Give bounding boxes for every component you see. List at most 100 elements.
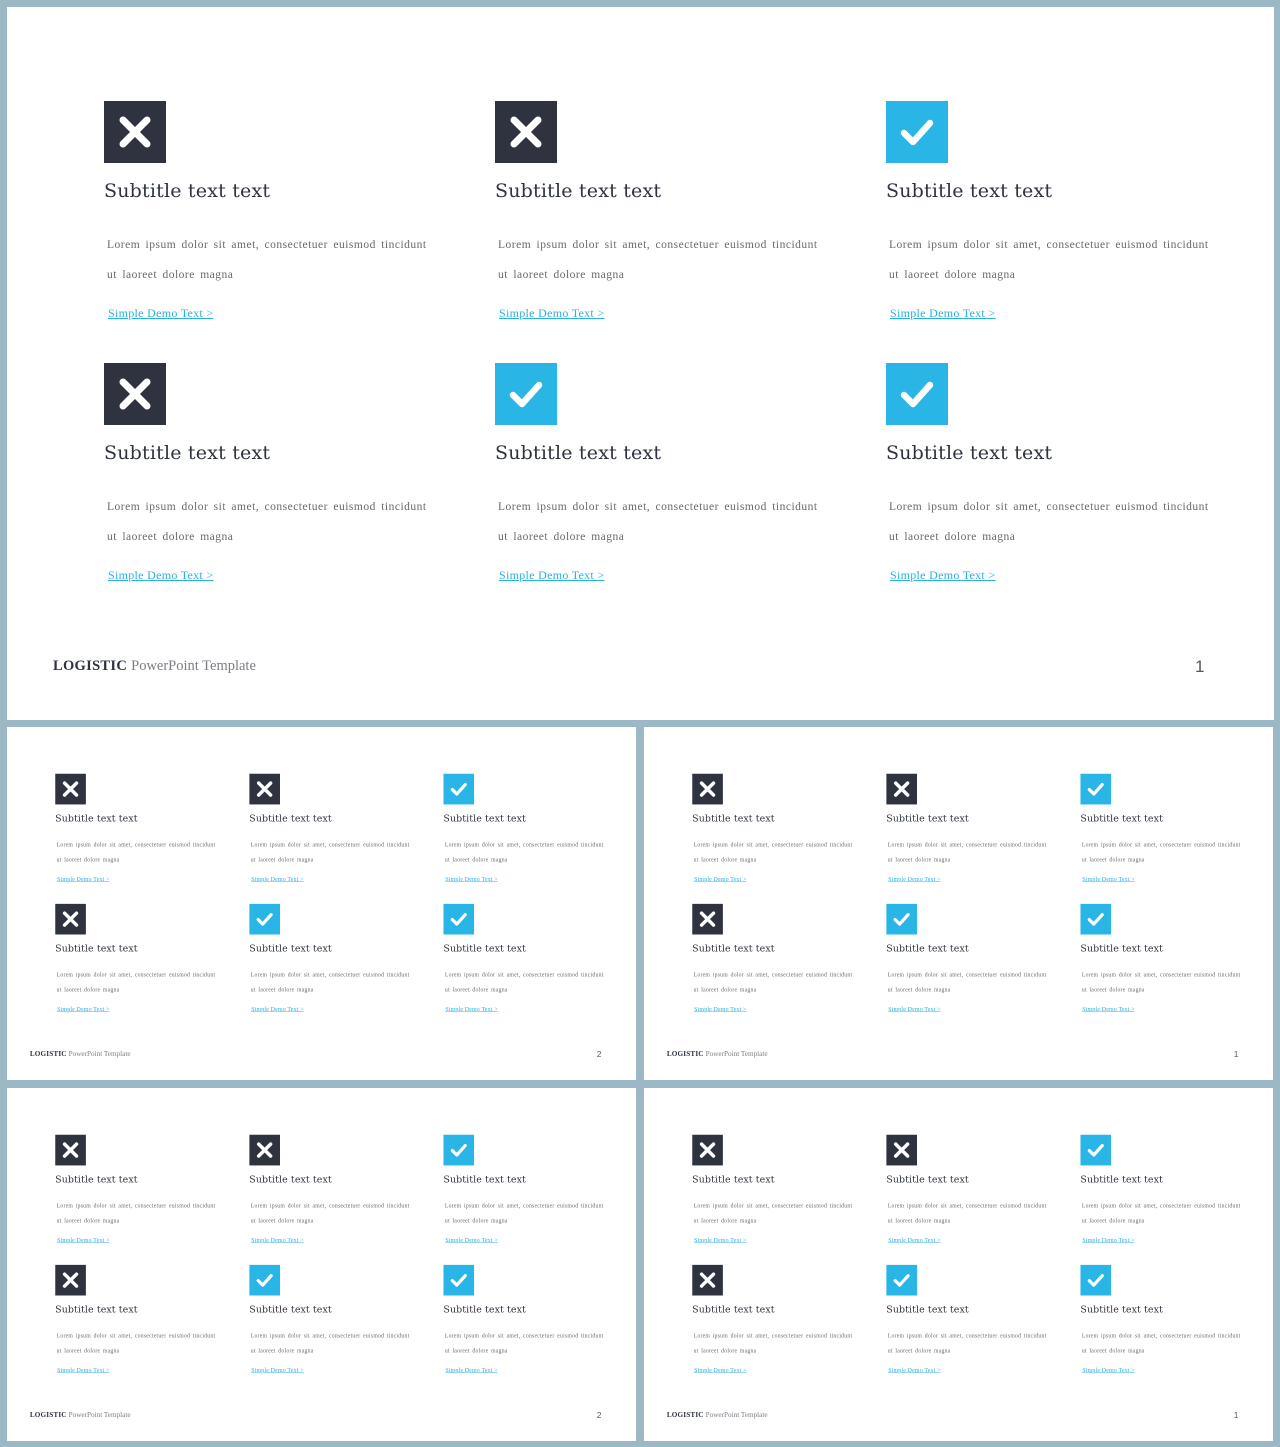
demo-link[interactable]: Simple Demo Text > xyxy=(1082,1367,1134,1374)
item-body-line-1: Lorem ipsum dolor sit amet, consectetuer… xyxy=(887,842,1047,849)
item-subtitle: Subtitle text text xyxy=(443,942,526,954)
item-subtitle: Subtitle text text xyxy=(55,1173,138,1185)
item-subtitle: Subtitle text text xyxy=(249,942,332,954)
demo-link[interactable]: Simple Demo Text > xyxy=(57,1236,109,1243)
demo-link[interactable]: Simple Demo Text > xyxy=(499,568,604,583)
demo-link[interactable]: Simple Demo Text > xyxy=(445,1006,497,1013)
footer-brand: LOGISTIC PowerPoint Template xyxy=(30,1411,131,1419)
item-body-line-2: ut laoreet dolore magna xyxy=(250,1348,314,1355)
demo-link[interactable]: Simple Demo Text > xyxy=(888,1367,940,1374)
footer-brand-name: LOGISTIC xyxy=(666,1050,704,1059)
x-icon xyxy=(104,101,166,163)
item-subtitle: Subtitle text text xyxy=(1080,1303,1163,1315)
item-body-line-2: ut laoreet dolore magna xyxy=(887,857,951,864)
demo-link[interactable]: Simple Demo Text > xyxy=(888,875,940,882)
x-icon xyxy=(104,363,166,425)
x-icon xyxy=(692,773,723,805)
demo-link[interactable]: Simple Demo Text > xyxy=(445,1236,497,1243)
footer-brand-name: LOGISTIC xyxy=(29,1050,67,1059)
x-icon xyxy=(249,1134,281,1166)
item-body-line-2: ut laoreet dolore magna xyxy=(1081,1218,1145,1225)
demo-link[interactable]: Simple Demo Text > xyxy=(694,1236,746,1243)
demo-link[interactable]: Simple Demo Text > xyxy=(1082,1006,1134,1013)
slide-thumb-top-left[interactable]: Subtitle text text Lorem ipsum dolor sit … xyxy=(7,727,636,1080)
item-body-line-1: Lorem ipsum dolor sit amet, consectetuer… xyxy=(1081,842,1241,849)
item-body-line-1: Lorem ipsum dolor sit amet, consectetuer… xyxy=(444,1203,604,1210)
demo-link[interactable]: Simple Demo Text > xyxy=(890,306,995,321)
footer-template-label: PowerPoint Template xyxy=(68,1050,131,1059)
demo-link[interactable]: Simple Demo Text > xyxy=(890,568,995,583)
check-icon-background xyxy=(443,1134,475,1166)
slide-main[interactable]: Subtitle text text Lorem ipsum dolor sit … xyxy=(7,7,1274,720)
item-body-line-2: ut laoreet dolore magna xyxy=(1081,857,1145,864)
item-subtitle: Subtitle text text xyxy=(55,942,138,954)
check-icon xyxy=(886,101,948,163)
demo-link[interactable]: Simple Demo Text > xyxy=(108,306,213,321)
item-body-line-2: ut laoreet dolore magna xyxy=(887,1218,951,1225)
item-subtitle: Subtitle text text xyxy=(443,812,526,824)
demo-link[interactable]: Simple Demo Text > xyxy=(694,1367,746,1374)
demo-link[interactable]: Simple Demo Text > xyxy=(57,1367,109,1374)
item-body-line-1: Lorem ipsum dolor sit amet, consectetuer… xyxy=(250,972,410,979)
page-number: 1 xyxy=(1233,1049,1239,1060)
demo-link[interactable]: Simple Demo Text > xyxy=(57,1006,109,1013)
item-body-line-1: Lorem ipsum dolor sit amet, consectetuer… xyxy=(887,1333,1047,1340)
check-icon xyxy=(886,363,948,425)
demo-link[interactable]: Simple Demo Text > xyxy=(251,1236,303,1243)
item-subtitle: Subtitle text text xyxy=(886,942,969,954)
item-subtitle: Subtitle text text xyxy=(1080,942,1163,954)
footer-template-label: PowerPoint Template xyxy=(705,1411,768,1420)
demo-link[interactable]: Simple Demo Text > xyxy=(251,1006,303,1013)
footer-template-label: PowerPoint Template xyxy=(131,658,256,674)
demo-link[interactable]: Simple Demo Text > xyxy=(1082,1236,1134,1243)
item-subtitle: Subtitle text text xyxy=(55,1303,138,1315)
item-subtitle: Subtitle text text xyxy=(1080,812,1163,824)
item-body-line-2: ut laoreet dolore magna xyxy=(250,987,314,994)
demo-link[interactable]: Simple Demo Text > xyxy=(888,1236,940,1243)
check-icon-background xyxy=(886,903,918,935)
item-body-line-2: ut laoreet dolore magna xyxy=(1081,1348,1145,1355)
footer-template-label: PowerPoint Template xyxy=(705,1050,768,1059)
check-icon xyxy=(249,903,281,935)
item-body-line-1: Lorem ipsum dolor sit amet, consectetuer… xyxy=(444,842,604,849)
item-body-line-2: ut laoreet dolore magna xyxy=(889,531,1016,543)
slide-content: Subtitle text text Lorem ipsum dolor sit … xyxy=(7,7,1274,720)
demo-link[interactable]: Simple Demo Text > xyxy=(445,875,497,882)
item-body-line-2: ut laoreet dolore magna xyxy=(56,1348,120,1355)
check-icon xyxy=(249,1264,281,1296)
item-subtitle: Subtitle text text xyxy=(104,180,271,202)
slide-thumb-bottom-right[interactable]: Subtitle text text Lorem ipsum dolor sit … xyxy=(644,1088,1273,1441)
demo-link[interactable]: Simple Demo Text > xyxy=(108,568,213,583)
demo-link[interactable]: Simple Demo Text > xyxy=(445,1367,497,1374)
item-body-line-2: ut laoreet dolore magna xyxy=(693,1348,757,1355)
check-icon-background xyxy=(443,1264,475,1296)
slide-thumb-bottom-left[interactable]: Subtitle text text Lorem ipsum dolor sit … xyxy=(7,1088,636,1441)
demo-link[interactable]: Simple Demo Text > xyxy=(251,875,303,882)
demo-link[interactable]: Simple Demo Text > xyxy=(499,306,604,321)
item-subtitle: Subtitle text text xyxy=(886,1173,969,1185)
item-body-line-2: ut laoreet dolore magna xyxy=(444,1218,508,1225)
item-subtitle: Subtitle text text xyxy=(249,1173,332,1185)
slide-thumb-top-right[interactable]: Subtitle text text Lorem ipsum dolor sit … xyxy=(644,727,1273,1080)
demo-link[interactable]: Simple Demo Text > xyxy=(251,1367,303,1374)
item-body-line-1: Lorem ipsum dolor sit amet, consectetuer… xyxy=(444,972,604,979)
demo-link[interactable]: Simple Demo Text > xyxy=(1082,875,1134,882)
check-icon xyxy=(1080,1264,1112,1296)
page-number: 2 xyxy=(596,1410,602,1421)
item-body-line-1: Lorem ipsum dolor sit amet, consectetuer… xyxy=(56,1203,216,1210)
demo-link[interactable]: Simple Demo Text > xyxy=(57,875,109,882)
demo-link[interactable]: Simple Demo Text > xyxy=(694,1006,746,1013)
x-icon xyxy=(886,1134,918,1166)
item-body-line-2: ut laoreet dolore magna xyxy=(889,269,1016,281)
item-body-line-1: Lorem ipsum dolor sit amet, consectetuer… xyxy=(56,842,216,849)
check-icon-background xyxy=(886,363,948,425)
slide-content: Subtitle text text Lorem ipsum dolor sit … xyxy=(7,1088,636,1441)
check-icon-background xyxy=(443,903,475,935)
demo-link[interactable]: Simple Demo Text > xyxy=(888,1006,940,1013)
item-subtitle: Subtitle text text xyxy=(886,442,1053,464)
item-body-line-1: Lorem ipsum dolor sit amet, consectetuer… xyxy=(693,842,853,849)
demo-link[interactable]: Simple Demo Text > xyxy=(694,875,746,882)
x-icon xyxy=(692,1264,723,1296)
item-body-line-1: Lorem ipsum dolor sit amet, consectetuer… xyxy=(107,501,427,513)
check-icon-background xyxy=(495,363,557,425)
